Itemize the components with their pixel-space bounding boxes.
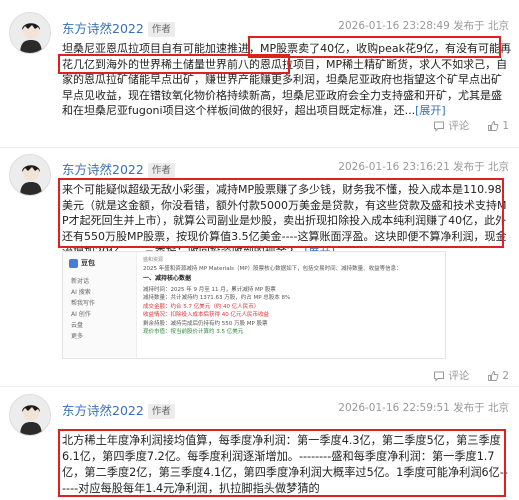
username-text[interactable]: 东方诗然2022 (62, 21, 144, 36)
screenshot-menu-item: 帮我写作 (71, 300, 96, 307)
post-actions: 评论 1 (433, 118, 509, 133)
screenshot-menu: 新对话 AI 搜索 帮我写作 AI 创作 云盘 更多 (71, 276, 95, 342)
screenshot-menu-item: AI 搜索 (71, 289, 91, 296)
comment-icon (434, 371, 445, 382)
avatar[interactable] (9, 154, 51, 196)
avatar-image (10, 155, 50, 195)
comment-button[interactable]: 评论 (433, 368, 469, 383)
screenshot-main: 盛和资源 2025 年盛和资源减持 MP Materials（MP）股票核心数据… (143, 256, 439, 337)
highlight-box (58, 429, 506, 497)
screenshot-title: 盛和资源 (143, 257, 164, 263)
like-count: 1 (502, 119, 509, 132)
post-3: 东方诗然2022 作者 2026-01-16 22:59:51 发布于 北京 北方… (0, 387, 519, 500)
like-button[interactable]: 1 (487, 120, 509, 132)
post-timestamp: 2026-01-16 23:16:21 发布于 北京 (338, 161, 509, 173)
screenshot-menu-item: 云盘 (71, 322, 84, 329)
screenshot-logo-text: 豆包 (81, 259, 95, 267)
highlight-box (58, 178, 504, 248)
screenshot-logo: 豆包 (69, 258, 95, 268)
screenshot-subtitle: 2025 年盛和资源减持 MP Materials（MP）股票核心数据如下，包括… (143, 265, 402, 272)
highlight-box (58, 54, 290, 74)
screenshot-row: 减持数量：共计减持约 1371.63 万股，约占 MP 总股本 8% (143, 295, 291, 301)
like-button[interactable]: 2 (487, 370, 509, 382)
username[interactable]: 东方诗然2022 作者 (62, 159, 175, 178)
screenshot-menu-item: 新对话 (71, 278, 90, 285)
post-1: 东方诗然2022 作者 2026-01-16 23:28:49 发布于 北京 坦桑… (0, 0, 519, 148)
avatar-image (10, 395, 50, 435)
post-2: 东方诗然2022 作者 2026-01-16 23:16:21 发布于 北京 来个… (0, 148, 519, 387)
screenshot-row: 收益情况：扣除投入成本后获得 40 亿元人民币收益 (143, 312, 269, 318)
screenshot-menu-item: 更多 (71, 333, 84, 340)
username[interactable]: 东方诗然2022 作者 (62, 400, 175, 419)
comment-button[interactable]: 评论 (433, 118, 469, 133)
attached-screenshot[interactable]: 豆包 新对话 AI 搜索 帮我写作 AI 创作 云盘 更多 盛和资源 2025 … (62, 251, 446, 359)
avatar-image (10, 13, 50, 53)
app-logo-icon (69, 258, 78, 268)
screenshot-row: 现价市值：按当前股价计算约 3.5 亿美元 (143, 329, 244, 335)
thumbs-up-icon (488, 370, 499, 381)
thumbs-up-icon (488, 120, 499, 131)
username-text[interactable]: 东方诗然2022 (62, 162, 144, 177)
expand-link[interactable]: [展开] (415, 104, 446, 117)
screenshot-section-heading: 一、减持核心数据 (143, 275, 192, 282)
screenshot-menu-item: AI 创作 (71, 311, 91, 318)
screenshot-row: 成交金额：约合 5.7 亿美元（约 40 亿人民币） (143, 303, 260, 310)
avatar[interactable] (9, 394, 51, 436)
author-badge: 作者 (147, 22, 175, 37)
avatar[interactable] (9, 12, 51, 54)
username-text[interactable]: 东方诗然2022 (62, 403, 144, 418)
like-count: 2 (502, 369, 509, 382)
author-badge: 作者 (147, 404, 175, 419)
comment-label: 评论 (448, 370, 470, 382)
screenshot-sidebar: 豆包 新对话 AI 搜索 帮我写作 AI 创作 云盘 更多 (63, 252, 137, 358)
post-timestamp: 2026-01-16 22:59:51 发布于 北京 (338, 402, 509, 414)
comment-label: 评论 (448, 120, 470, 132)
post-actions: 评论 2 (433, 368, 509, 383)
screenshot-row: 剩余持股：减持完成后仍持有约 550 万股 MP 股票 (143, 320, 268, 327)
username[interactable]: 东方诗然2022 作者 (62, 18, 175, 37)
screenshot-row: 减持时间：2025 年 9 月至 11 月，累计减持 MP 股票 (143, 286, 276, 293)
author-badge: 作者 (147, 163, 175, 178)
post-timestamp: 2026-01-16 23:28:49 发布于 北京 (338, 20, 509, 32)
comment-icon (434, 121, 445, 132)
